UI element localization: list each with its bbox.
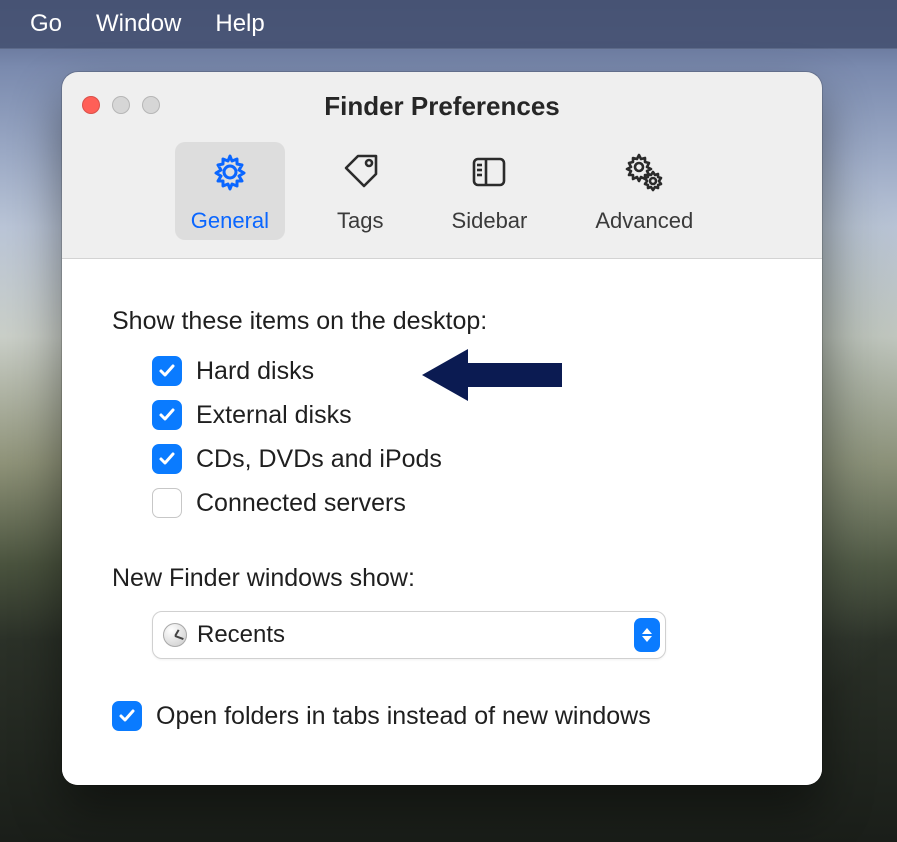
checkbox-label: Connected servers — [196, 489, 406, 518]
tab-label: Advanced — [595, 208, 693, 234]
menu-item-window[interactable]: Window — [96, 10, 181, 38]
open-folders-in-tabs-row: Open folders in tabs instead of new wind… — [112, 701, 772, 731]
checkmark-icon — [158, 406, 176, 424]
gears-icon — [624, 152, 664, 198]
tag-icon — [340, 152, 380, 198]
sidebar-icon — [469, 152, 509, 198]
desktop-items-list: Hard disks External disks CDs, DVDs and … — [112, 356, 772, 518]
chevron-up-icon — [642, 628, 652, 634]
new-finder-windows-heading: New Finder windows show: — [112, 564, 772, 593]
tab-label: General — [191, 208, 269, 234]
checkbox-label: Open folders in tabs instead of new wind… — [156, 702, 651, 731]
checkmark-icon — [158, 362, 176, 380]
new-finder-windows-dropdown[interactable]: Recents — [152, 611, 666, 659]
general-pane: Show these items on the desktop: Hard di… — [62, 259, 822, 785]
desktop-background: Go Window Help Finder Preferences — [0, 0, 897, 842]
gear-icon — [210, 152, 250, 198]
dropdown-stepper[interactable] — [634, 618, 660, 652]
tab-general[interactable]: General — [175, 142, 285, 240]
window-title: Finder Preferences — [62, 91, 822, 122]
checkbox-hard-disks-row: Hard disks — [152, 356, 772, 386]
tab-label: Tags — [337, 208, 383, 234]
tab-advanced[interactable]: Advanced — [579, 142, 709, 240]
prefs-toolbar: General Tags — [62, 140, 822, 259]
checkbox-cds-dvds-ipods[interactable] — [152, 444, 182, 474]
chevron-down-icon — [642, 636, 652, 642]
traffic-lights — [82, 96, 160, 114]
checkbox-open-folders-in-tabs[interactable] — [112, 701, 142, 731]
checkbox-cds-dvds-ipods-row: CDs, DVDs and iPods — [152, 444, 772, 474]
tab-tags[interactable]: Tags — [321, 142, 399, 240]
minimize-window-button[interactable] — [112, 96, 130, 114]
checkmark-icon — [158, 450, 176, 468]
checkbox-label: Hard disks — [196, 357, 314, 386]
dropdown-selected-value: Recents — [197, 621, 285, 649]
checkbox-connected-servers-row: Connected servers — [152, 488, 772, 518]
menu-item-go[interactable]: Go — [30, 10, 62, 38]
checkbox-external-disks-row: External disks — [152, 400, 772, 430]
checkmark-icon — [118, 707, 136, 725]
close-window-button[interactable] — [82, 96, 100, 114]
checkbox-external-disks[interactable] — [152, 400, 182, 430]
tab-sidebar[interactable]: Sidebar — [436, 142, 544, 240]
window-titlebar: Finder Preferences — [62, 72, 822, 140]
tab-label: Sidebar — [452, 208, 528, 234]
finder-preferences-window: Finder Preferences General — [62, 72, 822, 785]
recents-clock-icon — [163, 623, 187, 647]
checkbox-connected-servers[interactable] — [152, 488, 182, 518]
checkbox-label: CDs, DVDs and iPods — [196, 445, 442, 474]
zoom-window-button[interactable] — [142, 96, 160, 114]
desktop-items-heading: Show these items on the desktop: — [112, 307, 772, 336]
system-menu-bar: Go Window Help — [0, 0, 897, 48]
checkbox-hard-disks[interactable] — [152, 356, 182, 386]
checkbox-label: External disks — [196, 401, 352, 430]
menu-item-help[interactable]: Help — [215, 10, 264, 38]
